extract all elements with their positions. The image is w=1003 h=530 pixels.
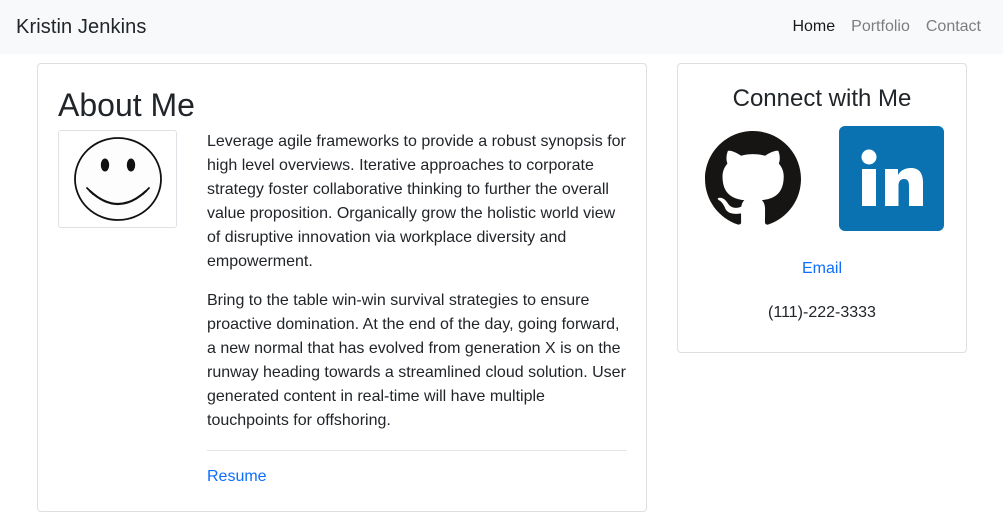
divider	[207, 450, 627, 451]
nav-link-portfolio[interactable]: Portfolio	[843, 18, 918, 36]
about-title: About Me	[58, 87, 195, 123]
connect-card: Connect with Me Email (111)-222-3333	[677, 63, 967, 353]
brand-link[interactable]: Kristin Jenkins	[16, 16, 146, 39]
resume-link[interactable]: Resume	[207, 468, 267, 486]
nav-link-contact[interactable]: Contact	[918, 18, 987, 36]
phone-number: (111)-222-3333	[768, 304, 876, 321]
connect-title: Connect with Me	[732, 85, 912, 112]
nav-link-home[interactable]: Home	[784, 18, 843, 36]
github-link[interactable]	[705, 131, 801, 227]
bio-paragraph: Leverage agile frameworks to provide a r…	[207, 133, 626, 270]
linkedin-icon	[839, 126, 944, 231]
nav-links: Home Portfolio Contact	[784, 18, 987, 36]
github-icon	[705, 131, 801, 225]
avatar	[58, 130, 177, 228]
bio-paragraph: Bring to the table win-win survival stra…	[207, 292, 626, 429]
navbar: Kristin Jenkins Home Portfolio Contact	[0, 0, 1003, 54]
linkedin-link[interactable]	[839, 126, 944, 231]
bio: Leverage agile frameworks to provide a r…	[207, 130, 627, 448]
email-link[interactable]: Email	[678, 260, 966, 278]
about-card: About Me Leverage agile frameworks to pr…	[37, 63, 647, 512]
smiley-face-icon	[73, 137, 162, 221]
